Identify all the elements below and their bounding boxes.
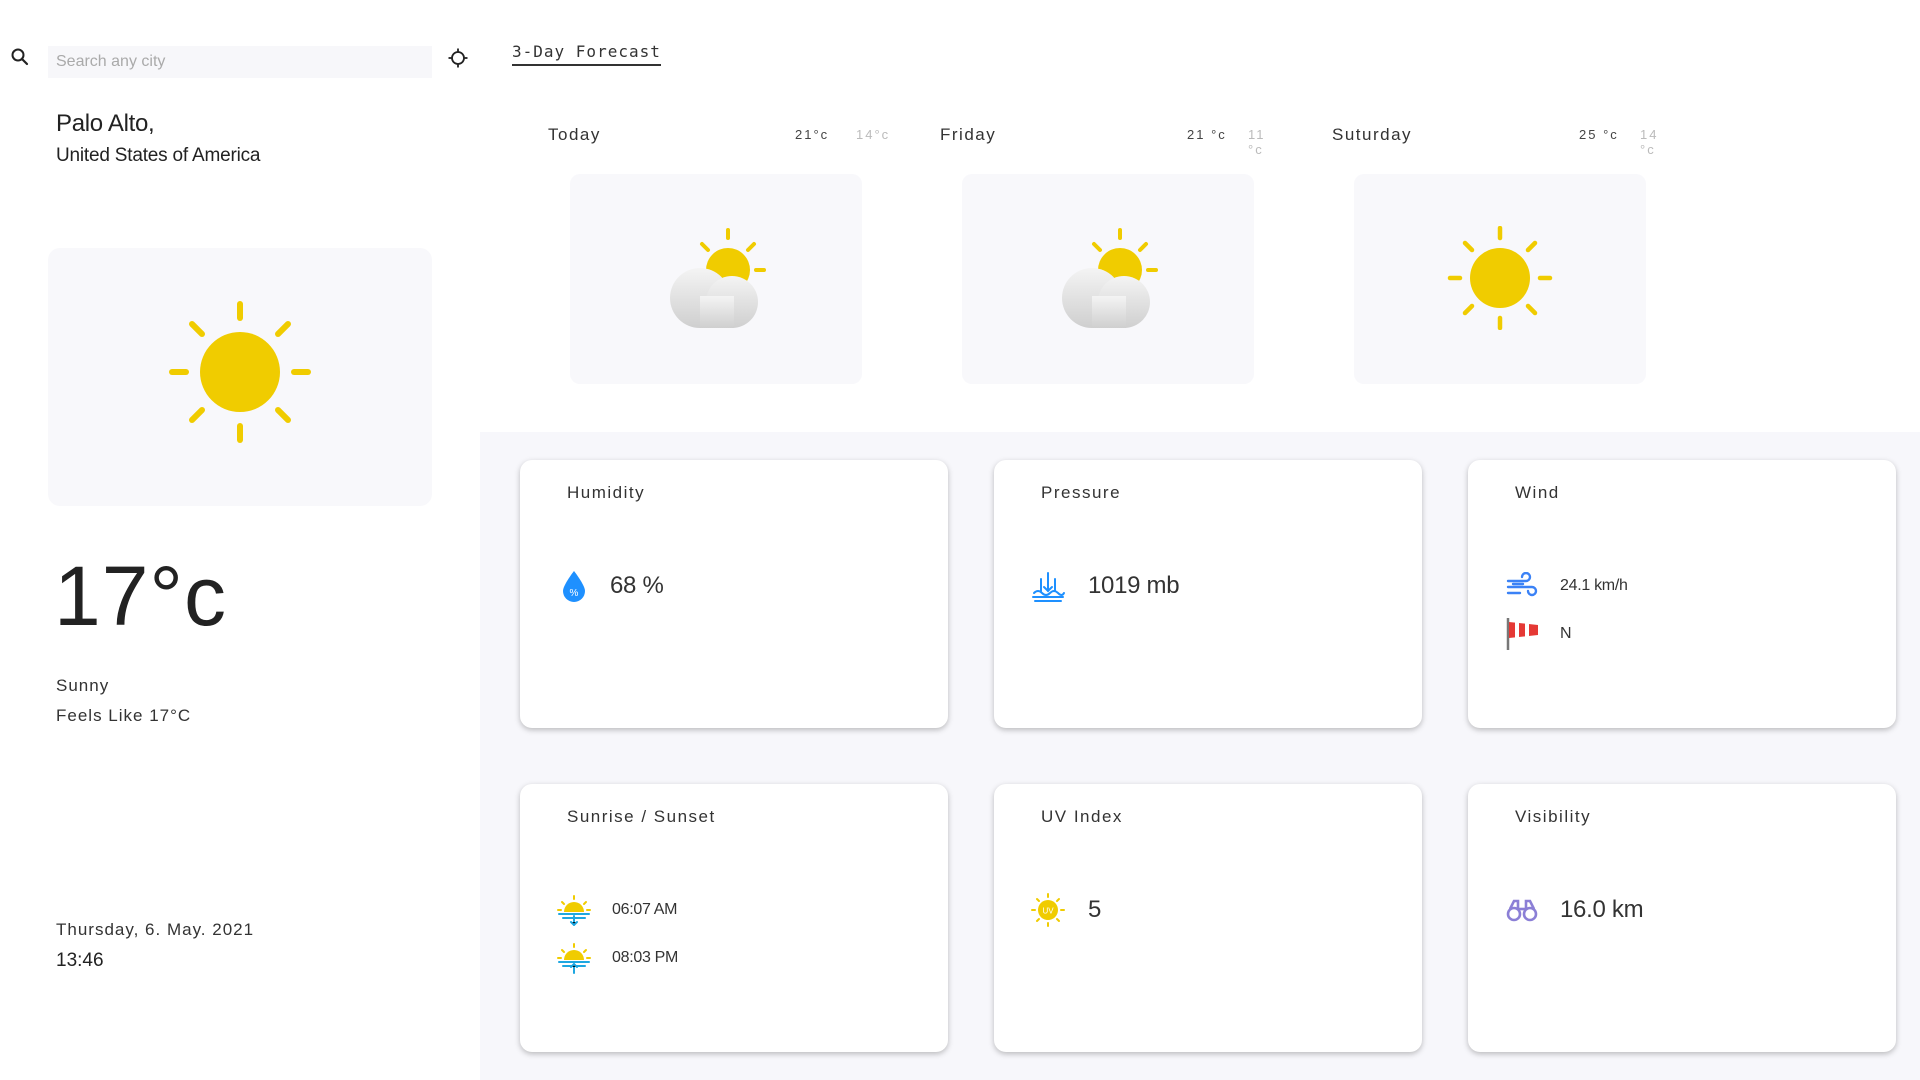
search-icon[interactable] <box>10 47 32 69</box>
day-name: Today <box>548 125 601 144</box>
forecast-day: Suturday 25 °c 14 °c <box>1264 120 1664 390</box>
wind-card: Wind 24.1 km/h N <box>1468 460 1896 728</box>
sun-icon <box>169 301 311 443</box>
card-title: Visibility <box>1515 807 1592 826</box>
sunset-time: 08:03 PM <box>612 949 679 966</box>
card-title: Sunrise / Sunset <box>567 807 716 826</box>
day-high-temp: 21 °c <box>1187 127 1227 142</box>
current-date: Thursday, 6. May. 2021 <box>56 920 255 939</box>
card-title: Wind <box>1515 483 1560 502</box>
sunrise-sunset-card: Sunrise / Sunset 06:07 AM 08:03 PM <box>520 784 948 1052</box>
forecast-section: 3-Day Forecast Today 21°c 14°c Friday 21… <box>480 0 1920 432</box>
windsock-icon <box>1504 616 1540 652</box>
locate-icon[interactable] <box>447 47 471 71</box>
svg-text:%: % <box>570 588 579 599</box>
uv-sun-icon: UV <box>1030 892 1066 928</box>
weather-condition: Sunny <box>56 676 110 695</box>
sunrise-icon <box>556 892 592 928</box>
day-high-temp: 25 °c <box>1579 127 1619 142</box>
wind-speed: 24.1 km/h <box>1560 577 1628 594</box>
current-temperature: 17°c <box>54 549 228 643</box>
uv-value: 5 <box>1088 896 1102 923</box>
sunset-icon <box>556 940 592 976</box>
wind-icon <box>1504 568 1540 604</box>
search-input[interactable] <box>48 46 432 78</box>
current-weather-card <box>48 248 432 506</box>
card-title: Pressure <box>1041 483 1122 502</box>
partly-cloudy-icon <box>1062 228 1158 328</box>
feels-like: Feels Like 17°C <box>56 706 192 725</box>
forecast-day: Today 21°c 14°c <box>480 120 888 390</box>
sunrise-time: 06:07 AM <box>612 901 678 918</box>
binoculars-icon <box>1504 892 1540 928</box>
tab-3-day-forecast[interactable]: 3-Day Forecast <box>512 42 661 66</box>
forecast-day: Friday 21 °c 11 °c <box>872 120 1272 390</box>
day-name: Suturday <box>1332 125 1413 144</box>
sidebar: Palo Alto, United States of America 17°c… <box>0 0 480 1080</box>
card-title: UV Index <box>1041 807 1123 826</box>
highlights-panel: Humidity % 68 % Pressure 1019 mb Wind 24… <box>480 432 1920 1080</box>
day-weather-card <box>1354 174 1646 384</box>
humidity-card: Humidity % 68 % <box>520 460 948 728</box>
day-name: Friday <box>940 125 997 144</box>
svg-text:UV: UV <box>1042 907 1054 916</box>
day-weather-card <box>570 174 862 384</box>
pressure-icon <box>1030 568 1066 604</box>
wind-direction: N <box>1560 625 1572 642</box>
pressure-card: Pressure 1019 mb <box>994 460 1422 728</box>
pressure-value: 1019 mb <box>1088 572 1180 599</box>
partly-cloudy-icon <box>670 228 766 328</box>
card-title: Humidity <box>567 483 646 502</box>
uv-index-card: UV Index UV 5 <box>994 784 1422 1052</box>
visibility-value: 16.0 km <box>1560 896 1644 923</box>
day-high-temp: 21°c <box>795 127 830 142</box>
day-low-temp: 14 °c <box>1640 127 1659 157</box>
day-weather-card <box>962 174 1254 384</box>
sun-icon <box>1447 226 1553 330</box>
country-name: United States of America <box>56 145 261 166</box>
current-time: 13:46 <box>56 950 104 971</box>
humidity-value: 68 % <box>610 572 664 599</box>
humidity-drop-icon: % <box>556 568 592 604</box>
city-name: Palo Alto, <box>56 110 155 137</box>
visibility-card: Visibility 16.0 km <box>1468 784 1896 1052</box>
